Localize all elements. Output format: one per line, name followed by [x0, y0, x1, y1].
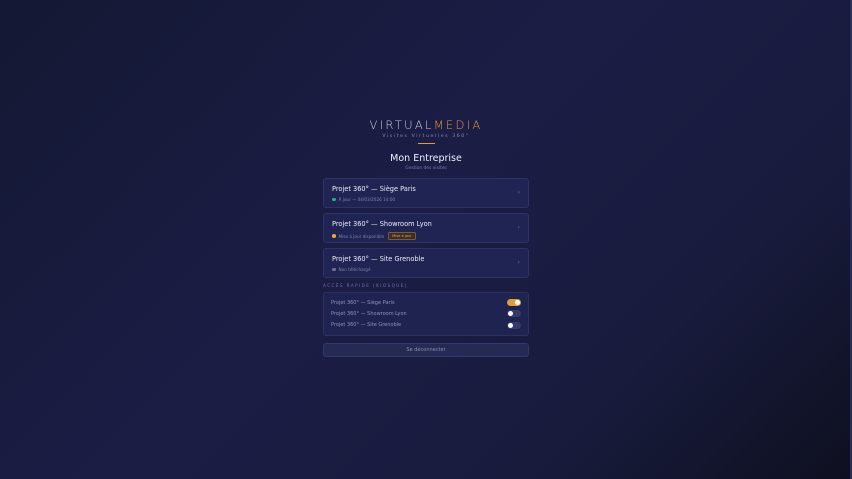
main-panel: VIRTUALMEDIA Visites Virtuelles 360° Mon…: [323, 118, 529, 357]
kiosk-toggle-lyon[interactable]: [507, 310, 521, 318]
chevron-right-icon: ›: [517, 189, 520, 196]
project-card-lyon[interactable]: Projet 360° — Showroom Lyon Mise à jour …: [323, 213, 529, 243]
quick-access-item-label: Projet 360° — Showroom Lyon: [331, 310, 407, 317]
toggle-knob: [508, 311, 513, 317]
status-text: Non téléchargé: [338, 267, 371, 272]
status-text: À jour — 04/03/2026 14:00: [338, 197, 396, 202]
quick-access-label: ACCÈS RAPIDE (KIOSQUE): [323, 283, 408, 288]
kiosk-toggle-paris[interactable]: [507, 299, 521, 307]
update-badge[interactable]: Mise à jour: [388, 232, 416, 240]
project-list: Projet 360° — Siège Paris À jour — 04/03…: [323, 178, 529, 278]
project-status: Mise à jour disponible Mise à jour: [332, 232, 520, 240]
quick-access-row: Projet 360° — Showroom Lyon: [331, 308, 521, 319]
project-title: Projet 360° — Showroom Lyon: [332, 220, 432, 228]
quick-access-item-label: Projet 360° — Siège Paris: [331, 299, 395, 306]
project-card-grenoble[interactable]: Projet 360° — Site Grenoble Non téléchar…: [323, 248, 529, 278]
toggle-knob: [508, 322, 513, 328]
status-dot-icon: [332, 267, 336, 272]
quick-access-panel: Projet 360° — Siège Paris Projet 360° — …: [323, 292, 529, 336]
logo-text-primary: VIRTUAL: [369, 118, 434, 132]
quick-access-row: Projet 360° — Site Grenoble: [331, 320, 521, 331]
logout-button[interactable]: Se déconnecter: [323, 343, 529, 357]
quick-access-item-label: Projet 360° — Site Grenoble: [331, 322, 402, 329]
brand-logo: VIRTUALMEDIA: [323, 118, 529, 132]
kiosk-toggle-grenoble[interactable]: [507, 321, 521, 329]
page-title: Mon Entreprise: [390, 153, 462, 164]
project-title: Projet 360° — Site Grenoble: [332, 255, 425, 263]
chevron-right-icon: ›: [517, 259, 520, 266]
project-status: À jour — 04/03/2026 14:00: [332, 197, 520, 202]
status-text: Mise à jour disponible: [338, 233, 385, 239]
logo-underline: [417, 143, 435, 144]
logo-text-accent: MEDIA: [433, 118, 483, 132]
project-status: Non téléchargé: [332, 267, 520, 272]
status-dot-icon: [332, 197, 336, 202]
toggle-knob: [515, 300, 520, 306]
project-title: Projet 360° — Siège Paris: [332, 185, 416, 193]
project-card-paris[interactable]: Projet 360° — Siège Paris À jour — 04/03…: [323, 178, 529, 208]
chevron-right-icon: ›: [517, 224, 520, 231]
page-subtitle: Gestion des visites: [405, 166, 447, 171]
quick-access-row: Projet 360° — Siège Paris: [331, 297, 521, 308]
brand-tagline: Visites Virtuelles 360°: [382, 134, 470, 139]
status-dot-icon: [332, 234, 336, 238]
